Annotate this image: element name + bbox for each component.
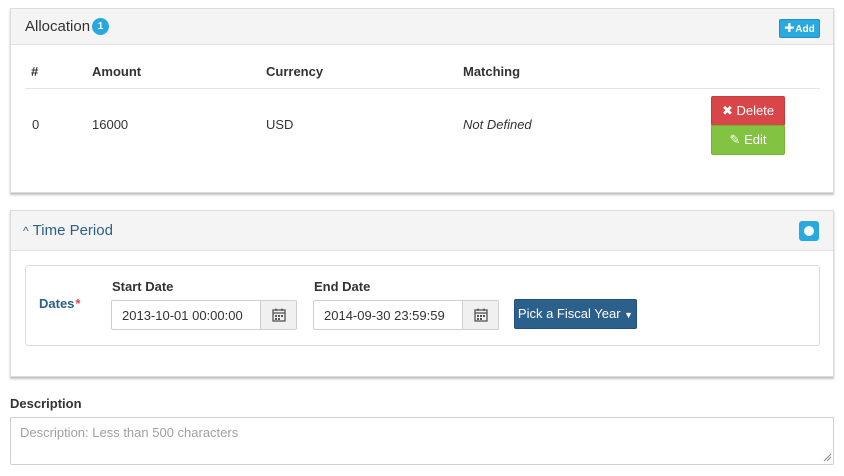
row-amount: 16000 [92,117,129,132]
pencil-icon: ✎ [729,132,741,147]
delete-row-button[interactable]: ✖ Delete [711,96,785,126]
end-date-calendar-button[interactable] [463,300,499,330]
resize-grip-icon[interactable] [823,453,832,462]
add-button-label: Add [795,24,815,35]
column-header-matching: Matching [463,64,521,79]
row-matching: Not Defined [463,117,532,132]
allocation-panel-header: Allocation 1 ✚Add [11,9,833,45]
time-period-toggle-button[interactable] [799,221,819,241]
edit-row-button[interactable]: ✎ Edit [711,125,785,155]
edit-button-label: Edit [744,132,767,147]
pick-fiscal-year-button[interactable]: Pick a Fiscal Year ▼ [514,299,637,329]
dates-label-text: Dates [39,296,75,311]
time-period-panel: ^Time Period Dates* Start Date End Date [10,210,834,377]
description-label: Description [10,396,82,411]
start-date-label: Start Date [112,279,174,294]
column-header-amount: Amount [92,64,142,79]
calendar-icon [474,308,488,322]
table-header-divider [25,88,820,89]
add-allocation-button[interactable]: ✚Add [779,19,820,38]
start-date-calendar-button[interactable] [261,300,297,330]
allocation-title: Allocation [25,18,91,35]
circle-toggle-icon [804,226,814,236]
allocation-panel: Allocation 1 ✚Add # Amount Currency Matc… [10,8,834,193]
plus-icon: ✚ [784,21,795,35]
times-icon: ✖ [721,103,733,118]
required-marker: * [75,296,81,311]
end-date-label: End Date [314,279,371,294]
description-textarea[interactable] [10,417,834,465]
dates-label: Dates* [39,296,80,311]
caret-down-icon: ▼ [624,310,634,320]
row-index: 0 [32,117,40,132]
calendar-icon [272,308,286,322]
time-period-title: Time Period [32,222,113,239]
allocation-count-badge: 1 [92,18,109,35]
time-period-header: ^ Time Period [11,211,833,251]
column-header-currency: Currency [266,64,324,79]
delete-button-label: Delete [736,103,775,118]
start-date-input[interactable] [111,300,261,330]
dates-box: Dates* Start Date End Date [25,265,820,346]
chevron-up-icon: ^ [23,224,29,238]
fiscal-button-label: Pick a Fiscal Year [517,306,621,321]
end-date-input[interactable] [313,300,463,330]
time-period-collapse-toggle[interactable]: ^ Time Period [23,222,113,239]
column-header-index: # [31,64,39,79]
row-currency: USD [266,117,294,132]
